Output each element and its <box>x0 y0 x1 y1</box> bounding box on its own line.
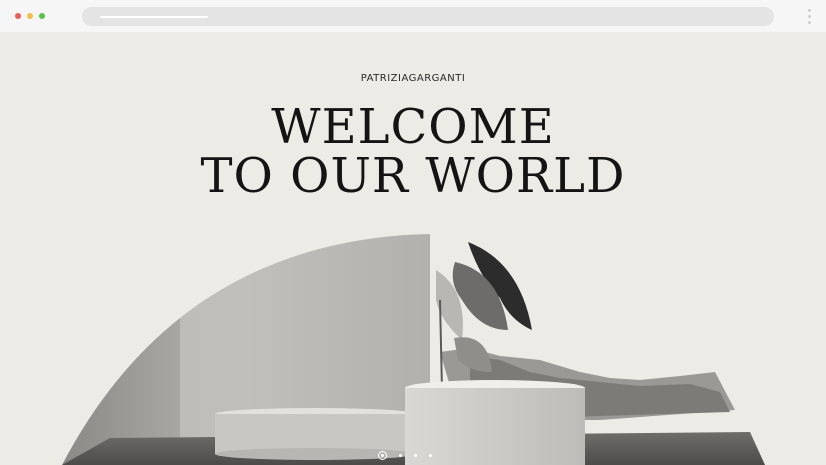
hero-title-line-2: TO OUR WORLD <box>200 148 626 204</box>
carousel-pagination <box>378 451 432 460</box>
maximize-window-icon[interactable] <box>39 13 45 19</box>
address-placeholder-line <box>100 16 208 18</box>
carousel-dot-4[interactable] <box>429 454 432 457</box>
carousel-dot-3[interactable] <box>414 454 417 457</box>
hero-title-line-1: WELCOME <box>271 99 555 155</box>
browser-menu-icon[interactable] <box>808 9 812 25</box>
hero-scene-image <box>62 234 765 465</box>
minimize-window-icon[interactable] <box>27 13 33 19</box>
browser-chrome <box>0 0 826 32</box>
window-controls <box>15 13 45 19</box>
carousel-dot-2[interactable] <box>399 454 402 457</box>
address-bar[interactable] <box>82 7 774 26</box>
brand-logo[interactable]: PATRIZIAGARGANTI <box>0 73 826 84</box>
carousel-dot-1[interactable] <box>378 451 387 460</box>
close-window-icon[interactable] <box>15 13 21 19</box>
